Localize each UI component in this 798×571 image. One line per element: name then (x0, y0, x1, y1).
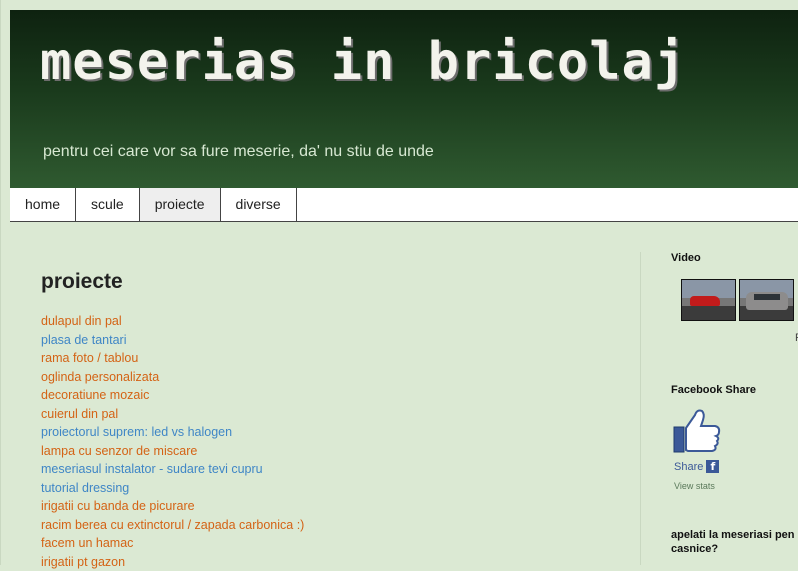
list-item: lampa cu senzor de miscare (41, 442, 621, 461)
facebook-icon: f (706, 460, 719, 473)
share-label: Share (674, 461, 703, 473)
project-link[interactable]: racim berea cu extinctorul / zapada carb… (41, 518, 304, 532)
project-link[interactable]: oglinda personalizata (41, 370, 159, 384)
main-content: proiecte dulapul din pal plasa de tantar… (41, 270, 621, 571)
project-link[interactable]: meseriasul instalator - sudare tevi cupr… (41, 462, 263, 476)
list-item: tutorial dressing (41, 479, 621, 498)
list-item: dulapul din pal (41, 312, 621, 331)
facebook-share-title: Facebook Share (671, 384, 756, 396)
project-link[interactable]: facem un hamac (41, 536, 133, 550)
sidebar-divider (640, 252, 641, 565)
project-link[interactable]: lampa cu senzor de miscare (41, 444, 197, 458)
page-title: proiecte (41, 270, 621, 294)
list-item: rama foto / tablou (41, 349, 621, 368)
blog-header: meserias in bricolaj pentru cei care vor… (10, 10, 798, 188)
project-link[interactable]: proiectorul suprem: led vs halogen (41, 425, 232, 439)
video-thumbnails (681, 279, 794, 321)
tab-diverse[interactable]: diverse (221, 188, 297, 221)
site-tagline: pentru cei care vor sa fure meserie, da'… (43, 143, 434, 161)
list-item: irigatii cu banda de picurare (41, 497, 621, 516)
view-stats-link[interactable]: View stats (674, 481, 715, 491)
page-tabs: home scule proiecte diverse (10, 188, 798, 222)
list-item: meseriasul instalator - sudare tevi cupr… (41, 460, 621, 479)
project-link[interactable]: rama foto / tablou (41, 351, 138, 365)
thumbs-up-icon[interactable] (673, 408, 721, 454)
video-widget-title: Video (671, 252, 798, 264)
sidebar: Video P Facebook Share Share f View stat… (671, 252, 798, 264)
project-list: dulapul din pal plasa de tantari rama fo… (41, 312, 621, 571)
list-item: facem un hamac (41, 534, 621, 553)
project-link[interactable]: irigatii cu banda de picurare (41, 499, 195, 513)
tab-proiecte[interactable]: proiecte (140, 188, 221, 221)
list-item: irigatii pt gazon (41, 553, 621, 571)
tab-home[interactable]: home (10, 188, 76, 221)
list-item: proiectorul suprem: led vs halogen (41, 423, 621, 442)
list-item: plasa de tantari (41, 331, 621, 350)
site-title[interactable]: meserias in bricolaj (40, 32, 686, 92)
list-item: oglinda personalizata (41, 368, 621, 387)
video-thumb-grey-car[interactable] (739, 279, 794, 321)
project-link[interactable]: decoratiune mozaic (41, 388, 149, 402)
facebook-share-button[interactable]: Share f (674, 460, 719, 473)
project-link[interactable]: dulapul din pal (41, 314, 122, 328)
list-item: racim berea cu extinctorul / zapada carb… (41, 516, 621, 535)
video-thumb-red-car[interactable] (681, 279, 736, 321)
list-item: decoratiune mozaic (41, 386, 621, 405)
tab-scule[interactable]: scule (76, 188, 140, 221)
list-item: cuierul din pal (41, 405, 621, 424)
project-link[interactable]: plasa de tantari (41, 333, 126, 347)
project-link[interactable]: tutorial dressing (41, 481, 129, 495)
project-link[interactable]: cuierul din pal (41, 407, 118, 421)
apelati-widget-title: apelati la meseriasi pen casnice? (671, 528, 798, 556)
project-link[interactable]: irigatii pt gazon (41, 555, 125, 569)
